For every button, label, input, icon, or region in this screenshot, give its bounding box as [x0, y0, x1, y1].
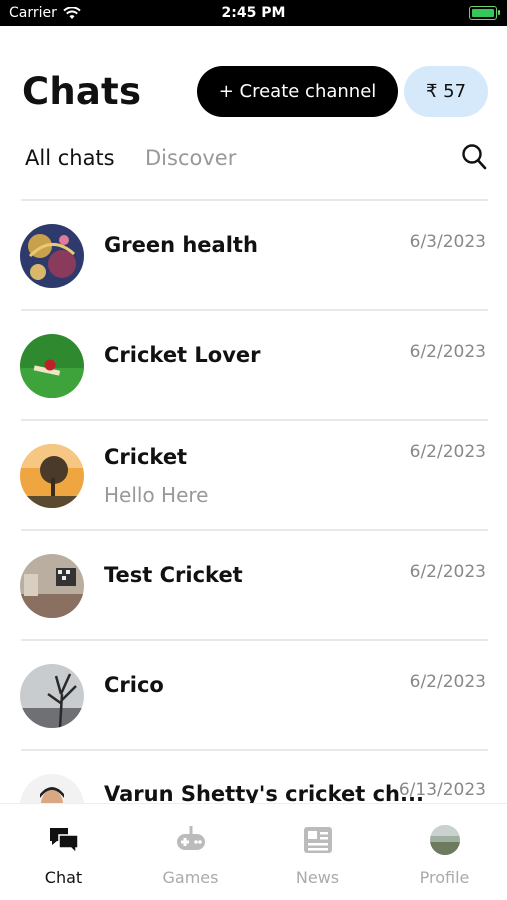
newspaper-icon — [304, 827, 332, 853]
battery-icon — [469, 6, 500, 20]
chat-date: 6/3/2023 — [409, 232, 486, 252]
nav-profile[interactable]: Profile — [381, 804, 507, 900]
chat-bubbles-icon — [50, 828, 79, 855]
chat-row-green-health[interactable]: Green health 6/3/2023 — [0, 201, 507, 311]
avatar — [20, 664, 84, 728]
chat-name: Crico — [104, 673, 164, 697]
chat-row-test-cricket[interactable]: Test Cricket 6/2/2023 — [0, 531, 507, 641]
chat-date: 6/2/2023 — [409, 672, 486, 692]
wallet-balance-button[interactable]: ₹ 57 — [404, 66, 488, 117]
chat-name: Cricket — [104, 445, 188, 469]
nav-games[interactable]: Games — [127, 804, 254, 900]
chat-name: Cricket Lover — [104, 343, 261, 367]
avatar — [20, 554, 84, 618]
status-bar: Carrier 2:45 PM — [0, 0, 507, 26]
gamepad-icon — [177, 826, 205, 850]
chat-date: 6/2/2023 — [409, 442, 486, 462]
nav-label: Chat — [44, 868, 83, 887]
chat-date: 6/2/2023 — [409, 342, 486, 362]
avatar — [20, 224, 84, 288]
tab-discover[interactable]: Discover — [145, 146, 236, 170]
nav-label: Games — [162, 868, 219, 887]
nav-news[interactable]: News — [254, 804, 381, 900]
chat-name: Green health — [104, 233, 258, 257]
chat-row-cricket[interactable]: Cricket Hello Here 6/2/2023 — [0, 421, 507, 531]
tab-all-chats[interactable]: All chats — [25, 146, 115, 170]
chat-name: Test Cricket — [104, 563, 243, 587]
avatar — [20, 444, 84, 508]
bottom-nav: Chat Games News Profile — [0, 803, 507, 900]
avatar — [20, 334, 84, 398]
chat-date: 6/2/2023 — [409, 562, 486, 582]
chat-row-cricket-lover[interactable]: Cricket Lover 6/2/2023 — [0, 311, 507, 421]
page-title: Chats — [22, 70, 142, 113]
chat-preview: Hello Here — [104, 483, 209, 507]
nav-chat[interactable]: Chat — [0, 804, 127, 900]
clock: 2:45 PM — [221, 5, 286, 21]
create-channel-button[interactable]: + Create channel — [197, 66, 398, 117]
profile-avatar-icon — [430, 825, 460, 855]
search-icon[interactable] — [461, 143, 487, 171]
nav-label: News — [295, 868, 340, 887]
chat-date: 6/13/2023 — [398, 780, 486, 800]
nav-label: Profile — [419, 868, 470, 887]
chat-row-crico[interactable]: Crico 6/2/2023 — [0, 641, 507, 751]
